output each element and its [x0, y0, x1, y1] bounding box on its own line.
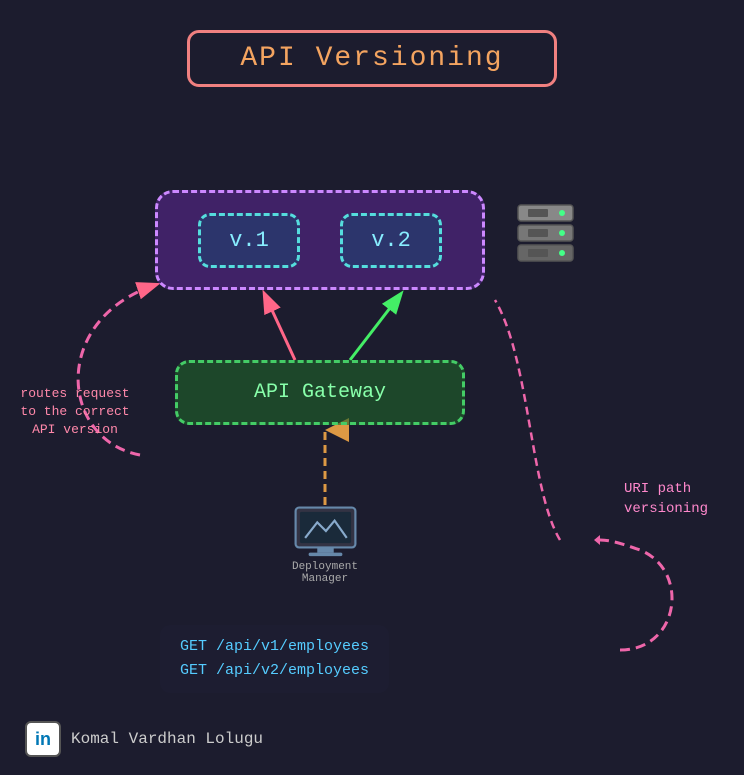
page-title: API Versioning: [240, 43, 503, 74]
deployment-manager: DeploymentManager: [285, 505, 365, 585]
api-path-v2: GET /api/v2/employees: [180, 659, 369, 683]
version-v2: v.2: [340, 213, 442, 268]
diagram: v.1 v.2 API Gateway: [0, 90, 744, 770]
version-v1: v.1: [198, 213, 300, 268]
versions-container: v.1 v.2: [155, 190, 485, 290]
uri-path-label: URI path versioning: [624, 481, 708, 517]
api-path-v1: GET /api/v1/employees: [180, 635, 369, 659]
right-annotation: URI path versioning: [624, 480, 724, 519]
deployment-label: DeploymentManager: [292, 561, 358, 585]
main-container: API Versioning: [0, 0, 744, 775]
gateway-container: API Gateway: [175, 360, 465, 425]
gateway-label: API Gateway: [254, 381, 386, 404]
api-paths-box: GET /api/v1/employees GET /api/v2/employ…: [160, 625, 389, 693]
left-annotation: routes request to the correct API versio…: [15, 385, 135, 440]
linkedin-icon: in: [25, 721, 61, 757]
linkedin-name: Komal Vardhan Lolugu: [71, 730, 263, 748]
linkedin-badge: in Komal Vardhan Lolugu: [25, 721, 263, 757]
monitor-icon: [288, 505, 363, 557]
title-box: API Versioning: [187, 30, 556, 87]
server-icon: [510, 200, 585, 280]
